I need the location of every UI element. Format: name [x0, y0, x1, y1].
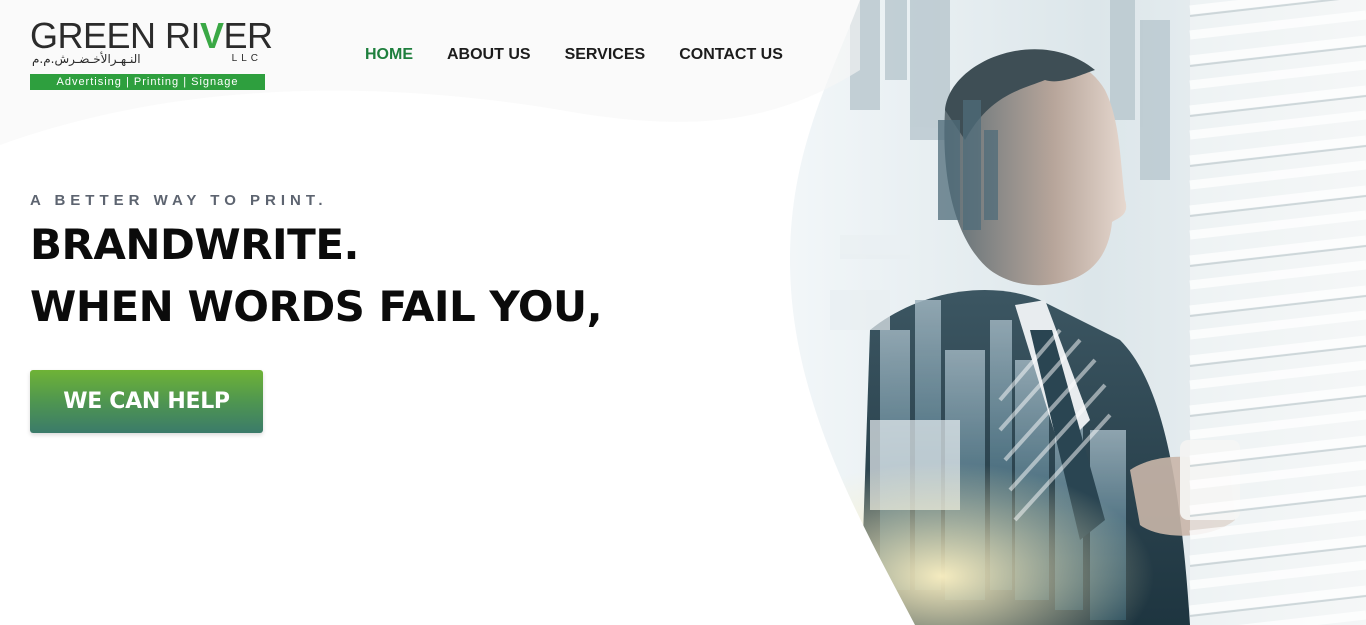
hero-tagline: A BETTER WAY TO PRINT.	[30, 192, 328, 209]
nav-item-services[interactable]: SERVICES	[565, 44, 646, 66]
main-nav: HOME ABOUT US SERVICES CONTACT US	[365, 44, 783, 66]
logo-services-strip: Advertising | Printing | Signage	[30, 74, 265, 90]
brand-logo[interactable]: GREEN RIVER النـهـرالأخـضـرش.م.م LLC Adv…	[30, 16, 273, 92]
nav-item-about-us[interactable]: ABOUT US	[447, 44, 531, 66]
hero-headline-line1: BRANDWRITE.	[30, 220, 359, 269]
logo-arabic-name: النـهـرالأخـضـرش.م.م	[32, 52, 141, 66]
nav-item-home[interactable]: HOME	[365, 44, 413, 66]
logo-wordmark: GREEN RIVER	[30, 15, 273, 56]
we-can-help-button[interactable]: WE CAN HELP	[30, 370, 263, 433]
hero-image	[760, 0, 1366, 625]
nav-item-contact-us[interactable]: CONTACT US	[679, 44, 783, 66]
logo-llc: LLC	[231, 53, 262, 64]
hero-headline-line2: WHEN WORDS FAIL YOU,	[30, 282, 603, 331]
page: GREEN RIVER النـهـرالأخـضـرش.م.م LLC Adv…	[0, 0, 1366, 625]
